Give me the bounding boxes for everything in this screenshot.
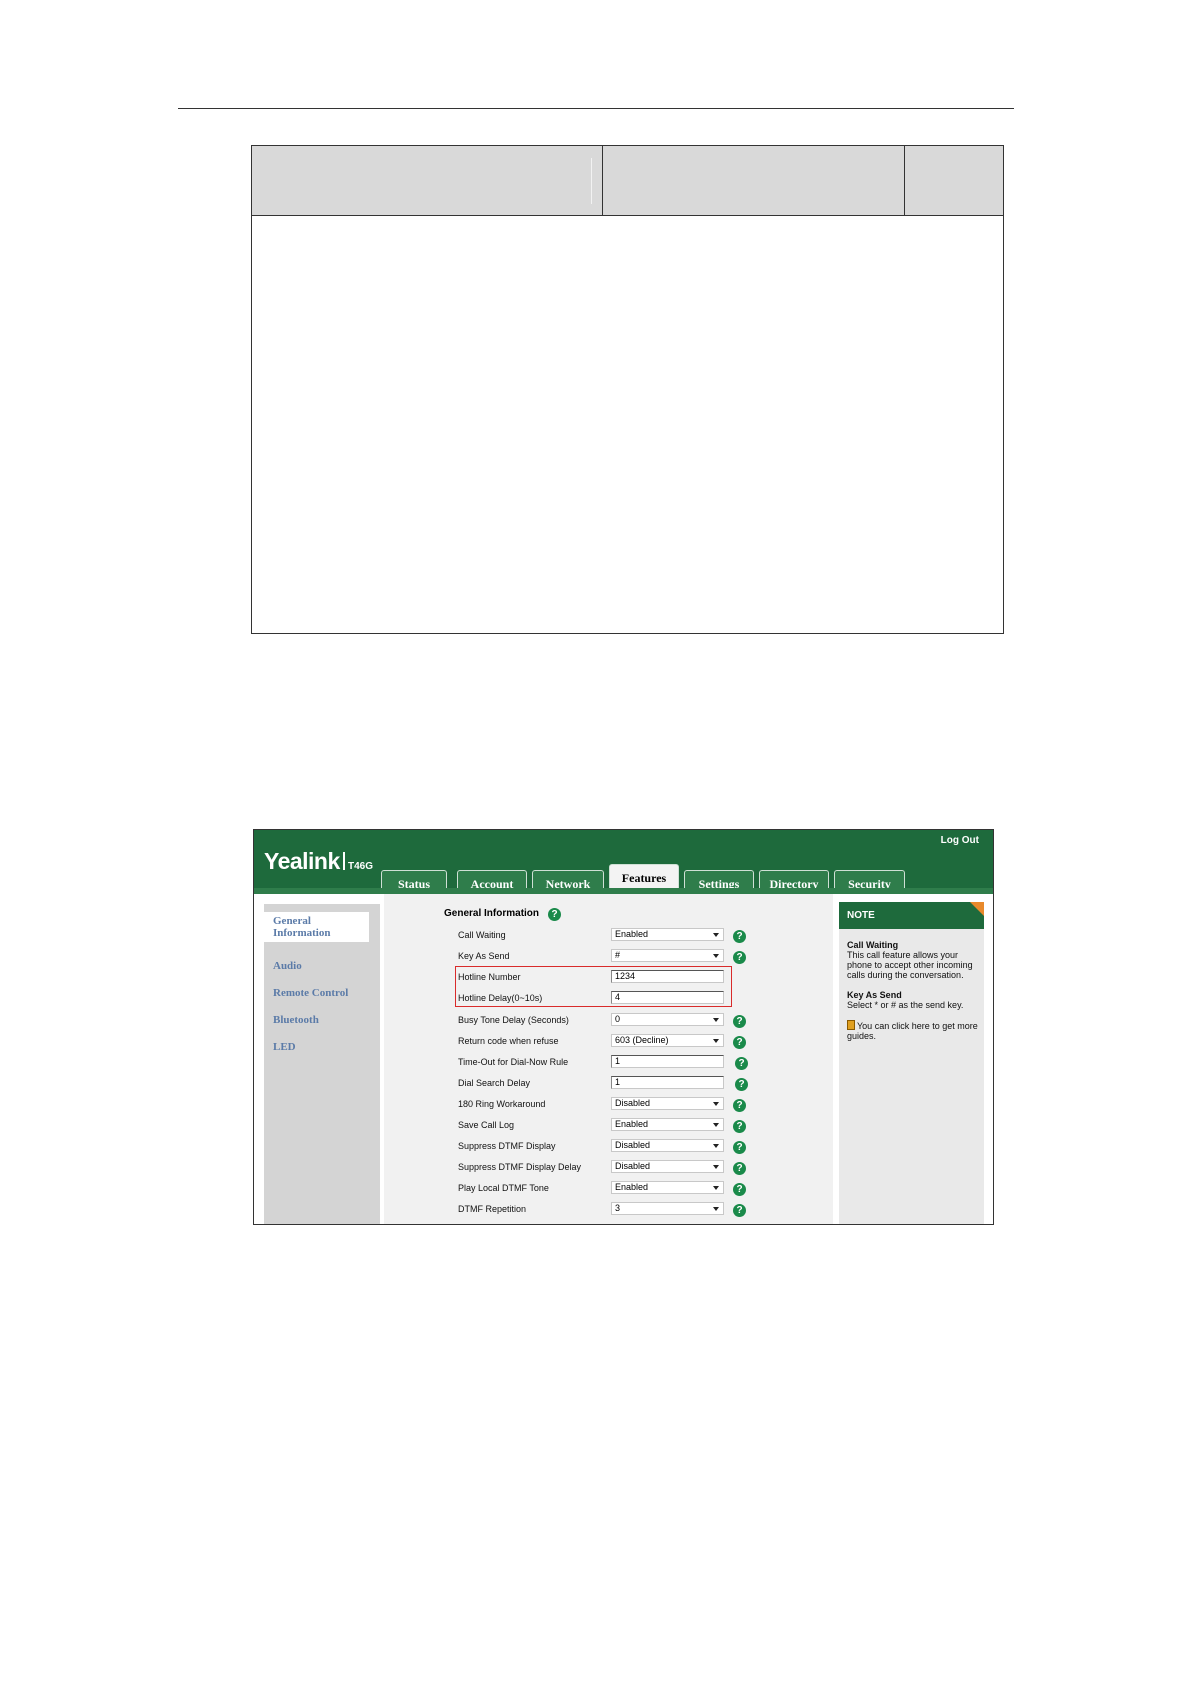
play-local-dtmf-select[interactable]: Enabled: [611, 1181, 724, 1194]
dial-search-delay-input[interactable]: 1: [611, 1076, 724, 1089]
parameter-table: [251, 145, 1004, 634]
guide-book-icon: [847, 1020, 855, 1030]
note-body: Call Waiting This call feature allows yo…: [847, 940, 979, 1041]
settings-panel: [384, 894, 833, 1224]
section-title: General Information: [444, 908, 540, 919]
dtmf-repetition-select[interactable]: 3: [611, 1202, 724, 1215]
row-label-save-call-log: Save Call Log: [458, 1120, 515, 1130]
tab-security[interactable]: Security: [834, 870, 905, 894]
row-label-suppress-dtmf-delay: Suppress DTMF Display Delay: [458, 1162, 582, 1172]
suppress-dtmf-delay-select[interactable]: Disabled: [611, 1160, 724, 1173]
note-text-key-as-send: Select * or # as the send key.: [847, 1000, 964, 1010]
busy-tone-delay-select[interactable]: 0: [611, 1013, 724, 1026]
sidebar-item-general-information[interactable]: General Information: [264, 912, 369, 942]
row-label-180-ring: 180 Ring Workaround: [458, 1099, 546, 1109]
key-as-send-select[interactable]: #: [611, 949, 724, 962]
logo-separator: [343, 852, 345, 870]
yealink-logo: Yealink: [264, 848, 340, 874]
tab-status[interactable]: Status: [381, 870, 447, 894]
logout-link[interactable]: Log Out: [941, 835, 979, 846]
save-call-log-select[interactable]: Enabled: [611, 1118, 724, 1131]
row-label-hotline-delay: Hotline Delay(0~10s): [458, 993, 543, 1003]
row-label-dtmf-repetition: DTMF Repetition: [458, 1204, 527, 1214]
suppress-dtmf-display-select[interactable]: Disabled: [611, 1139, 724, 1152]
header-cell-divider-shade: [591, 158, 592, 204]
tab-network[interactable]: Network: [532, 870, 604, 894]
help-icon[interactable]: ?: [733, 1036, 746, 1049]
help-icon[interactable]: ?: [733, 1120, 746, 1133]
help-icon[interactable]: ?: [735, 1057, 748, 1070]
model-label: T46G: [348, 861, 374, 872]
tab-account[interactable]: Account: [457, 870, 527, 894]
help-icon[interactable]: ?: [548, 908, 561, 921]
help-icon[interactable]: ?: [733, 930, 746, 943]
hotline-delay-input[interactable]: 4: [611, 991, 724, 1004]
note-corner-icon: [970, 902, 984, 916]
top-bar: Yealink T46G Log Out Status Account Netw…: [254, 830, 993, 896]
web-ui-screenshot: Yealink T46G Log Out Status Account Netw…: [253, 829, 994, 1225]
row-label-busy-tone-delay: Busy Tone Delay (Seconds): [458, 1015, 569, 1025]
tab-settings[interactable]: Settings: [684, 870, 754, 894]
note-panel: NOTE Call Waiting This call feature allo…: [839, 902, 984, 1224]
row-label-call-waiting: Call Waiting: [458, 930, 506, 940]
note-heading-call-waiting: Call Waiting: [847, 940, 899, 950]
sidebar-item-led[interactable]: LED: [273, 1041, 296, 1053]
help-icon[interactable]: ?: [733, 1015, 746, 1028]
sidebar-item-bluetooth[interactable]: Bluetooth: [273, 1014, 319, 1026]
help-icon[interactable]: ?: [733, 1099, 746, 1112]
sidebar: [264, 904, 380, 1224]
row-label-return-code: Return code when refuse: [458, 1036, 559, 1046]
column-divider: [904, 146, 905, 216]
guide-link[interactable]: You can click here to get more guides.: [847, 1021, 978, 1041]
sidebar-item-audio[interactable]: Audio: [273, 960, 302, 972]
call-waiting-select[interactable]: Enabled: [611, 928, 724, 941]
help-icon[interactable]: ?: [733, 1162, 746, 1175]
row-label-dial-search-delay: Dial Search Delay: [458, 1078, 531, 1088]
help-icon[interactable]: ?: [733, 1141, 746, 1154]
row-label-play-local-dtmf: Play Local DTMF Tone: [458, 1183, 549, 1193]
row-label-suppress-dtmf: Suppress DTMF Display: [458, 1141, 556, 1151]
hotline-number-input[interactable]: 1234: [611, 970, 724, 983]
column-divider: [602, 146, 603, 216]
return-code-select[interactable]: 603 (Decline): [611, 1034, 724, 1047]
help-icon[interactable]: ?: [733, 1183, 746, 1196]
row-label-key-as-send: Key As Send: [458, 951, 510, 961]
note-text-call-waiting: This call feature allows your phone to a…: [847, 950, 973, 980]
table-header-row: [252, 146, 1003, 216]
sidebar-item-remote-control[interactable]: Remote Control: [273, 987, 348, 999]
row-label-timeout-dial-now: Time-Out for Dial-Now Rule: [458, 1057, 569, 1067]
help-icon[interactable]: ?: [733, 1204, 746, 1217]
page-header-rule: [178, 108, 1014, 109]
tab-directory[interactable]: Directory: [759, 870, 829, 894]
tab-features[interactable]: Features: [609, 864, 679, 896]
row-label-hotline-number: Hotline Number: [458, 972, 521, 982]
help-icon[interactable]: ?: [733, 951, 746, 964]
note-heading-key-as-send: Key As Send: [847, 990, 902, 1000]
180-ring-workaround-select[interactable]: Disabled: [611, 1097, 724, 1110]
timeout-dial-now-input[interactable]: 1: [611, 1055, 724, 1068]
help-icon[interactable]: ?: [735, 1078, 748, 1091]
note-title: NOTE: [839, 902, 984, 929]
